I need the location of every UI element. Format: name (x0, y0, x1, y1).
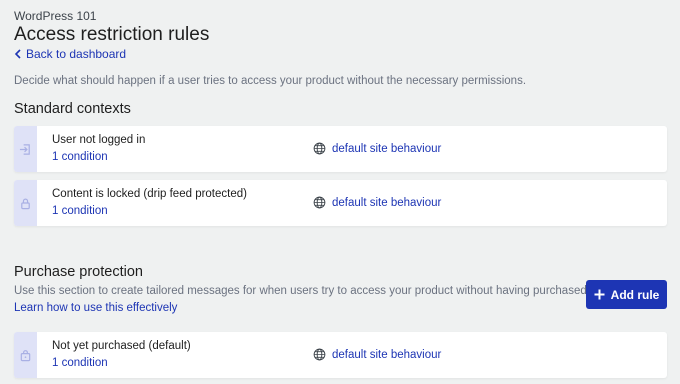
page-description: Decide what should happen if a user trie… (14, 75, 527, 87)
rule-card-user-not-logged-in[interactable]: User not logged in 1 condition default s… (14, 126, 667, 172)
rule-card-behaviour-link[interactable]: default site behaviour (313, 196, 441, 209)
behaviour-label: default site behaviour (332, 348, 442, 361)
rule-card-content-locked[interactable]: Content is locked (drip feed protected) … (14, 180, 667, 226)
chevron-left-icon (14, 49, 21, 59)
lock-icon (21, 198, 30, 209)
standard-contexts-title: Standard contexts (14, 101, 131, 117)
globe-icon (313, 348, 326, 361)
rule-card-behaviour-link[interactable]: default site behaviour (313, 348, 441, 361)
rule-card-conditions-link[interactable]: 1 condition (52, 151, 108, 163)
rule-card-icon-strip (14, 180, 37, 226)
rule-card-not-yet-purchased[interactable]: Not yet purchased (default) 1 condition … (14, 332, 667, 378)
purchase-protection-subtitle: Use this section to create tailored mess… (14, 285, 596, 297)
behaviour-label: default site behaviour (332, 142, 442, 155)
shopping-bag-icon (20, 349, 31, 361)
rule-card-label: User not logged in (52, 134, 146, 146)
sign-in-icon (19, 143, 30, 155)
rule-card-conditions-link[interactable]: 1 condition (52, 357, 108, 369)
add-rule-label: Add rule (610, 287, 660, 302)
purchase-protection-title: Purchase protection (14, 264, 143, 280)
rule-card-icon-strip (14, 126, 37, 172)
learn-how-link[interactable]: Learn how to use this effectively (14, 302, 177, 314)
globe-icon (313, 142, 326, 155)
add-rule-button[interactable]: Add rule (586, 280, 667, 309)
rule-card-conditions-link[interactable]: 1 condition (52, 205, 108, 217)
behaviour-label: default site behaviour (332, 196, 442, 209)
back-link-label: Back to dashboard (26, 47, 127, 61)
page-title: Access restriction rules (14, 24, 210, 45)
back-to-dashboard-link[interactable]: Back to dashboard (14, 47, 126, 61)
product-name: WordPress 101 (14, 9, 97, 23)
rule-card-icon-strip (14, 332, 37, 378)
globe-icon (313, 196, 326, 209)
rule-card-behaviour-link[interactable]: default site behaviour (313, 142, 441, 155)
rule-card-label: Not yet purchased (default) (52, 340, 191, 352)
rule-card-label: Content is locked (drip feed protected) (52, 188, 247, 200)
plus-icon (594, 289, 605, 300)
